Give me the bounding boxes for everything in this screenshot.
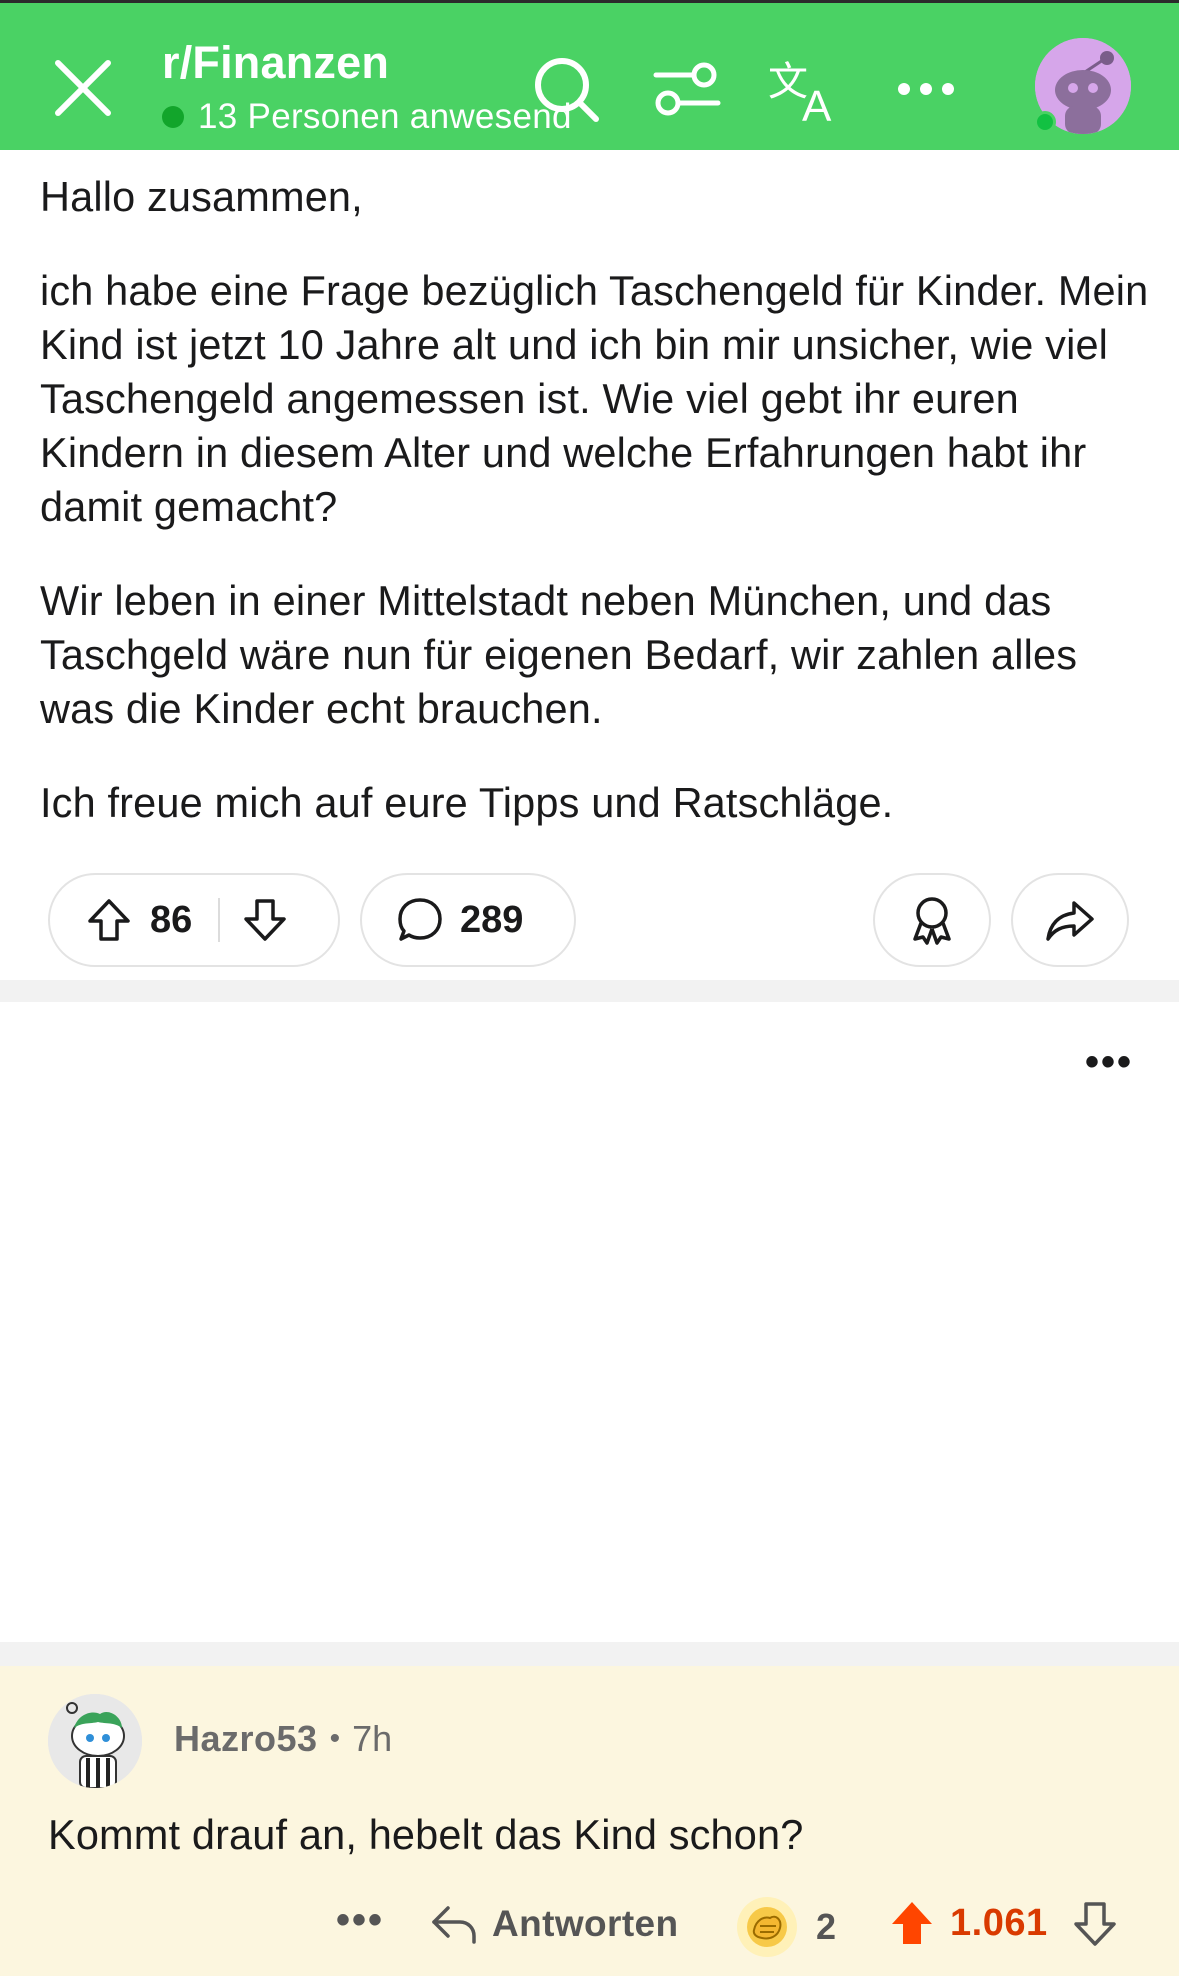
post-body: Hallo zusammen, ich habe eine Frage bezü…	[40, 170, 1150, 870]
share-arrow-icon	[1046, 901, 1094, 941]
comment-count: 289	[460, 898, 524, 941]
helpful-award-icon	[737, 1897, 797, 1957]
subreddit-name[interactable]: r/Finanzen	[162, 37, 572, 89]
top-bar: r/Finanzen 13 Personen anwesend 文 A	[0, 0, 1179, 150]
translate-icon[interactable]: 文 A	[764, 49, 846, 131]
post-paragraph: Wir leben in einer Mittelstadt neben Mün…	[40, 577, 1078, 732]
award-icon	[913, 897, 951, 945]
comment-card: Hazro53 • 7h Kommt drauf an, hebelt das …	[0, 1666, 1179, 1976]
comment-more-button[interactable]: •••	[336, 1898, 384, 1943]
vote-control: 86	[48, 873, 340, 967]
meta-separator: •	[329, 1722, 341, 1755]
search-icon[interactable]	[526, 49, 608, 131]
section-divider	[0, 1642, 1179, 1666]
reply-label: Antworten	[492, 1903, 679, 1944]
close-icon[interactable]	[48, 53, 118, 123]
commenter-avatar[interactable]	[48, 1694, 142, 1788]
post-paragraph: Ich freue mich auf eure Tipps und Ratsch…	[40, 779, 894, 826]
downvote-icon[interactable]	[1072, 1898, 1118, 1948]
reply-arrow-icon	[432, 1906, 476, 1944]
comment-score: 1.061	[950, 1901, 1048, 1944]
online-status-icon	[1034, 111, 1056, 133]
post-paragraph: ich habe eine Frage bezüglich Taschengel…	[40, 267, 1149, 530]
subreddit-title-block[interactable]: r/Finanzen 13 Personen anwesend	[162, 37, 572, 137]
upvote-filled-icon[interactable]	[888, 1898, 936, 1948]
online-dot-icon	[162, 106, 184, 128]
comment-meta: Hazro53 • 7h	[174, 1718, 392, 1760]
post-paragraph: Hallo zusammen,	[40, 173, 363, 220]
filter-sliders-icon[interactable]	[646, 49, 728, 131]
presence-count: 13 Personen anwesend	[198, 97, 572, 136]
more-options-button[interactable]: •••	[1085, 1040, 1133, 1085]
more-options-icon[interactable]	[886, 49, 968, 131]
section-divider	[0, 980, 1179, 1002]
comments-button[interactable]: 289	[360, 873, 576, 967]
comment-award[interactable]: 2	[736, 1896, 836, 1958]
upvote-count: 86	[150, 898, 193, 941]
comment-vote-control: 1.061	[888, 1898, 1118, 1948]
downvote-icon[interactable]	[240, 895, 290, 945]
comment-username[interactable]: Hazro53	[174, 1718, 318, 1760]
snoo-avatar-icon	[48, 1694, 142, 1788]
post-action-bar: 86 289	[48, 873, 1131, 967]
share-button[interactable]	[1011, 873, 1129, 967]
comment-bubble-icon	[398, 898, 442, 941]
reply-button[interactable]: Antworten	[430, 1902, 679, 1946]
award-button[interactable]	[873, 873, 991, 967]
vote-divider	[218, 898, 221, 942]
comment-timestamp: 7h	[352, 1718, 393, 1759]
svg-text:A: A	[802, 82, 832, 131]
upvote-icon[interactable]	[84, 895, 134, 945]
comment-text: Kommt drauf an, hebelt das Kind schon?	[48, 1811, 804, 1858]
hidden-content-area	[0, 1002, 1179, 1642]
presence-indicator: 13 Personen anwesend	[162, 97, 572, 137]
award-count: 2	[816, 1906, 837, 1947]
comment-action-bar: ••• Antworten 2 1.061	[0, 1888, 1179, 1968]
